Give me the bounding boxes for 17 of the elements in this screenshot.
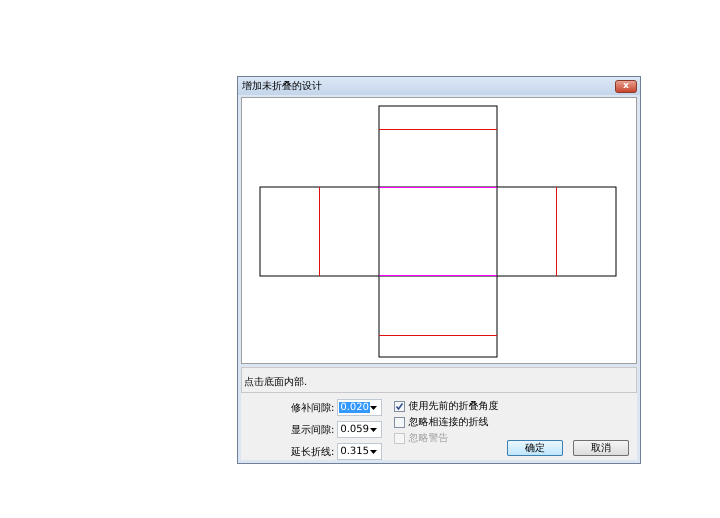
dialog-button[interactable]: 取消 bbox=[573, 440, 629, 456]
gap-dropdown[interactable]: 0.315 bbox=[337, 443, 382, 460]
checkbox-label: 忽略警告 bbox=[408, 432, 448, 445]
field-label: 延长折线: bbox=[291, 446, 334, 458]
caret-icon bbox=[370, 428, 378, 432]
window-title: 增加未折叠的设计 bbox=[242, 80, 322, 93]
checkbox[interactable] bbox=[394, 400, 406, 412]
status-text: 点击底面内部. bbox=[244, 377, 308, 388]
dialog-button[interactable]: 确定 bbox=[507, 440, 563, 456]
caret-icon bbox=[370, 450, 378, 454]
checkbox-label: 忽略相连接的折线 bbox=[408, 416, 488, 429]
field-label: 修补间隙: bbox=[291, 402, 334, 414]
checkbox[interactable] bbox=[394, 416, 406, 428]
checkbox-label: 使用先前的折叠角度 bbox=[408, 400, 498, 413]
field-label: 显示间隙: bbox=[291, 424, 334, 436]
gap-dropdown[interactable]: 0.059 bbox=[337, 421, 382, 438]
caret-icon bbox=[370, 406, 378, 410]
